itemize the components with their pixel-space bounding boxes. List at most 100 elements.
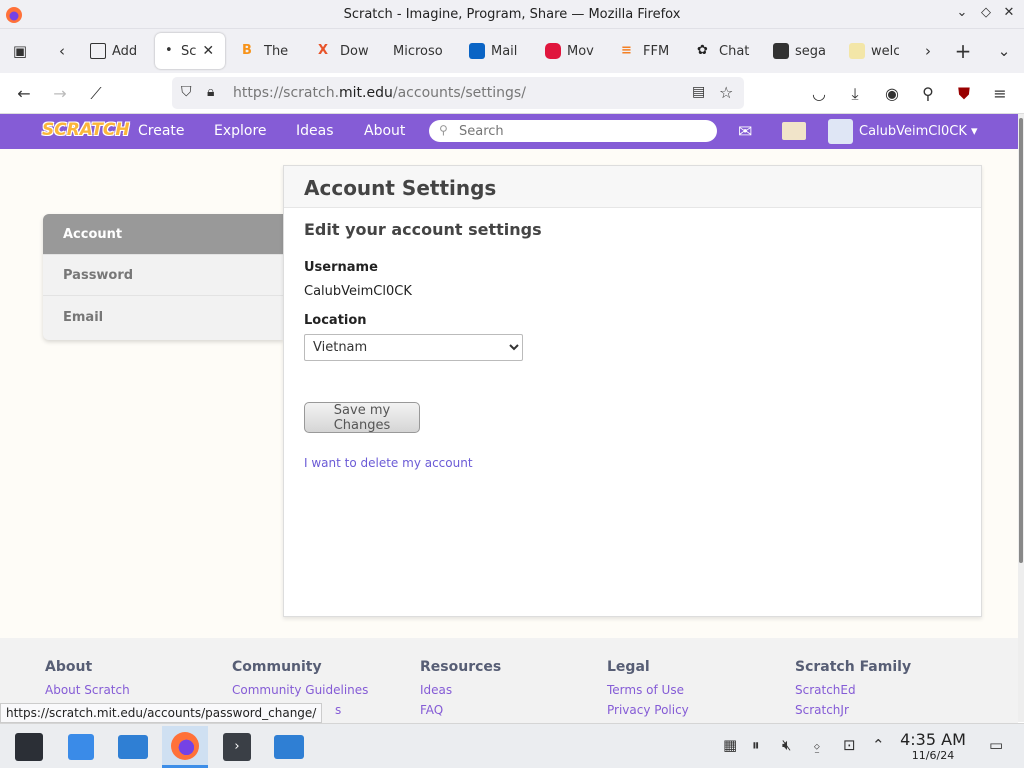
tab-dow[interactable]: X Dow (308, 33, 378, 69)
location-label: Location (304, 313, 367, 328)
forward-icon[interactable]: → (47, 81, 73, 107)
search-input[interactable] (459, 122, 709, 140)
bookmark-star-icon[interactable]: ☆ (719, 83, 733, 102)
footer-heading: About (45, 659, 93, 675)
bitcoin-icon: B (242, 43, 252, 58)
close-tab-icon[interactable]: ✕ (202, 43, 214, 59)
show-desktop-icon[interactable]: ▭ (989, 736, 1003, 754)
username-label: Username (304, 260, 378, 275)
loading-icon[interactable]: ⟋ (83, 81, 109, 107)
tab-label: welc (871, 43, 899, 59)
menu-icon[interactable]: ≡ (987, 81, 1013, 107)
footer-column-legal: Legal Terms of Use Privacy Policy (607, 659, 689, 723)
settings-sidebar: Account Password Email (43, 214, 283, 340)
location-select[interactable]: Vietnam (304, 334, 523, 361)
footer-link[interactable]: ScratchEd (795, 683, 911, 697)
clock-date: 11/6/24 (911, 749, 955, 762)
sega-icon (773, 43, 789, 59)
tab-mail[interactable]: Mail (459, 33, 529, 69)
tab-mov[interactable]: Mov (535, 33, 605, 69)
terminal-icon[interactable]: › (214, 726, 260, 768)
tab-sega[interactable]: sega (763, 33, 833, 69)
ublock-icon[interactable]: ⛊ (951, 81, 977, 107)
sidebar-item-password[interactable]: Password (43, 255, 283, 296)
tab-welc[interactable]: welc (839, 33, 899, 69)
address-bar[interactable]: ⛉ 🔒︎ https://scratch.mit.edu/accounts/se… (172, 77, 744, 109)
tab-add[interactable]: Add (80, 33, 150, 69)
extensions-icon[interactable]: ⚲ (915, 81, 941, 107)
close-window-button[interactable]: ✕ (999, 5, 1019, 20)
welcome-icon (849, 43, 865, 59)
lock-icon[interactable]: 🔒︎ (207, 84, 214, 100)
list-tabs-icon[interactable]: ⌄ (992, 39, 1016, 63)
pocket-icon[interactable]: ◡ (806, 81, 832, 107)
taskbar: › ▦ ⏸ 🔇︎ ⍚ ⊡ ⌃ 4:35 AM 11/6/24 ▭ (0, 723, 1024, 768)
app-store-icon[interactable] (58, 726, 104, 768)
delete-account-link[interactable]: I want to delete my account (304, 456, 473, 470)
tab-the[interactable]: B The (232, 33, 302, 69)
scrollbar-thumb[interactable] (1019, 118, 1023, 563)
footer-link[interactable]: Privacy Policy (607, 703, 689, 717)
footer-link[interactable]: FAQ (420, 703, 501, 717)
network-icon[interactable]: ⊡ (843, 736, 856, 754)
minimize-button[interactable]: ⌄ (952, 5, 972, 20)
my-stuff-icon[interactable] (782, 122, 806, 140)
scroll-tabs-left-icon[interactable]: ‹ (50, 39, 74, 63)
pause-icon[interactable]: ⏸ (752, 736, 760, 754)
page-subtitle: Edit your account settings (304, 220, 542, 239)
tab-chat[interactable]: ✿ Chat (687, 33, 757, 69)
app-launcher-icon[interactable] (6, 726, 52, 768)
shield-icon[interactable]: ⛉ (181, 84, 192, 100)
download-icon[interactable]: ⤓ (842, 81, 868, 107)
footer-heading: Scratch Family (795, 659, 912, 675)
file-manager-icon[interactable] (110, 726, 156, 768)
new-tab-icon[interactable]: + (951, 39, 975, 63)
tab-ffm[interactable]: ≡ FFM (611, 33, 681, 69)
reader-view-icon[interactable]: ▤ (692, 84, 705, 100)
page-content: Account Password Email Account Settings … (0, 149, 1018, 638)
account-icon[interactable]: ◉ (879, 81, 905, 107)
tab-label: Sc (181, 43, 197, 59)
tab-scratch[interactable]: • Sc ✕ (155, 33, 225, 69)
navigation-toolbar: ← → ⟋ ⛉ 🔒︎ https://scratch.mit.edu/accou… (0, 73, 1024, 114)
tab-label: Microso (393, 43, 443, 59)
tray-expand-icon[interactable]: ⌃ (872, 736, 885, 754)
footer-heading: Legal (607, 659, 650, 675)
nav-link-create[interactable]: Create (138, 123, 185, 139)
url-text[interactable]: https://scratch.mit.edu/accounts/setting… (233, 85, 526, 101)
back-icon[interactable]: ← (11, 81, 37, 107)
scratch-logo[interactable]: SCRATCH (42, 120, 130, 140)
tab-label: sega (795, 43, 826, 59)
nav-link-explore[interactable]: Explore (214, 123, 267, 139)
footer-link[interactable]: Community Guidelines (232, 683, 368, 697)
footer-link[interactable]: Terms of Use (607, 683, 689, 697)
search-box[interactable]: ⚲ (429, 120, 717, 142)
firefox-taskbar-icon[interactable] (162, 726, 208, 768)
tab-overview-icon[interactable]: ▣ (8, 39, 32, 63)
usb-icon[interactable]: ⍚ (813, 736, 822, 754)
nav-link-ideas[interactable]: Ideas (296, 123, 334, 139)
footer-link[interactable]: ScratchJr (795, 703, 911, 717)
footer-link[interactable]: About Scratch (45, 683, 130, 697)
sidebar-item-account[interactable]: Account (43, 214, 283, 255)
username-menu[interactable]: CalubVeimCl0CK ▾ (859, 124, 978, 139)
avatar[interactable] (828, 119, 853, 144)
x-icon: X (318, 43, 329, 58)
clock[interactable]: 4:35 AM 11/6/24 (898, 730, 968, 762)
messages-icon[interactable]: ✉ (738, 122, 752, 142)
folder-icon[interactable] (266, 726, 312, 768)
scratch-navbar: SCRATCH Create Explore Ideas About ⚲ ✉ C… (0, 114, 1018, 149)
footer-link[interactable]: Ideas (420, 683, 501, 697)
scroll-tabs-right-icon[interactable]: › (916, 39, 940, 63)
page-scrollbar[interactable] (1018, 114, 1024, 722)
clipboard-icon[interactable]: ▦ (723, 736, 737, 754)
sidebar-item-email[interactable]: Email (43, 297, 283, 338)
maximize-button[interactable]: ◇ (976, 5, 996, 20)
save-changes-button[interactable]: Save my Changes (304, 402, 420, 433)
username-label: CalubVeimCl0CK (859, 124, 967, 139)
nav-link-about[interactable]: About (364, 123, 405, 139)
tab-label: The (264, 43, 289, 59)
stackoverflow-icon: ≡ (621, 43, 632, 58)
volume-muted-icon[interactable]: 🔇︎ (782, 736, 791, 754)
tab-microsoft[interactable]: Microso (383, 33, 447, 69)
